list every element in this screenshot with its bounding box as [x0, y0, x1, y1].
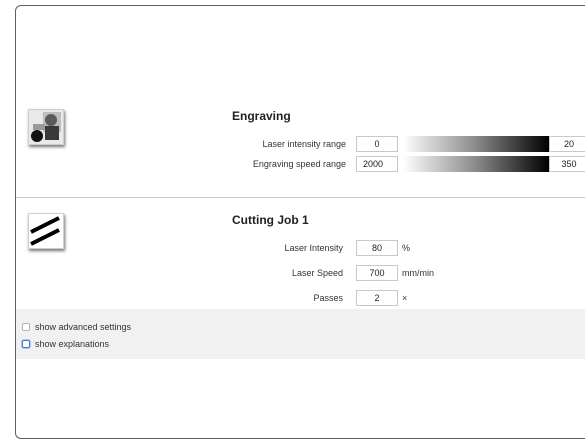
- intensity-gradient-bar: [403, 136, 549, 152]
- intensity-range-label: Laser intensity range: [262, 139, 346, 149]
- intensity-unit: %: [402, 243, 411, 253]
- cutting-thumbnail: [28, 213, 64, 249]
- advanced-settings-option[interactable]: show advanced settings: [22, 322, 131, 332]
- speed-unit: mm/min: [402, 268, 434, 278]
- laser-intensity-input[interactable]: [356, 240, 398, 256]
- advanced-settings-label[interactable]: show advanced settings: [35, 322, 131, 332]
- speed-range-label: Engraving speed range: [252, 159, 346, 169]
- engraving-section: Engraving Laser intensity range Engravin…: [16, 6, 585, 198]
- laser-speed-label: Laser Speed: [291, 268, 343, 278]
- passes-input[interactable]: [356, 290, 398, 306]
- explanations-checkbox[interactable]: [22, 340, 30, 348]
- speed-max-input[interactable]: [549, 156, 585, 172]
- intensity-min-input[interactable]: [356, 136, 398, 152]
- cut-lines-icon: [30, 216, 60, 246]
- passes-label: Passes: [313, 293, 343, 303]
- laser-intensity-label: Laser Intensity: [284, 243, 343, 253]
- passes-unit: ×: [402, 293, 408, 303]
- advanced-settings-checkbox[interactable]: [22, 323, 30, 331]
- laser-speed-input[interactable]: [356, 265, 398, 281]
- explanations-option[interactable]: show explanations: [22, 339, 109, 349]
- speed-gradient-bar: [403, 156, 549, 172]
- laser-job-dialog: Engraving Laser intensity range Engravin…: [15, 5, 585, 439]
- engraving-photo-icon: [29, 110, 63, 144]
- engraving-thumbnail: [28, 109, 64, 145]
- intensity-max-input[interactable]: [549, 136, 585, 152]
- speed-min-input[interactable]: [356, 156, 398, 172]
- cutting-title: Cutting Job 1: [232, 213, 309, 227]
- engraving-title: Engraving: [232, 109, 291, 123]
- options-footer: show advanced settings show explanations: [16, 309, 585, 359]
- cutting-section: Cutting Job 1 Laser Intensity % Laser Sp…: [16, 198, 585, 309]
- explanations-label[interactable]: show explanations: [35, 339, 109, 349]
